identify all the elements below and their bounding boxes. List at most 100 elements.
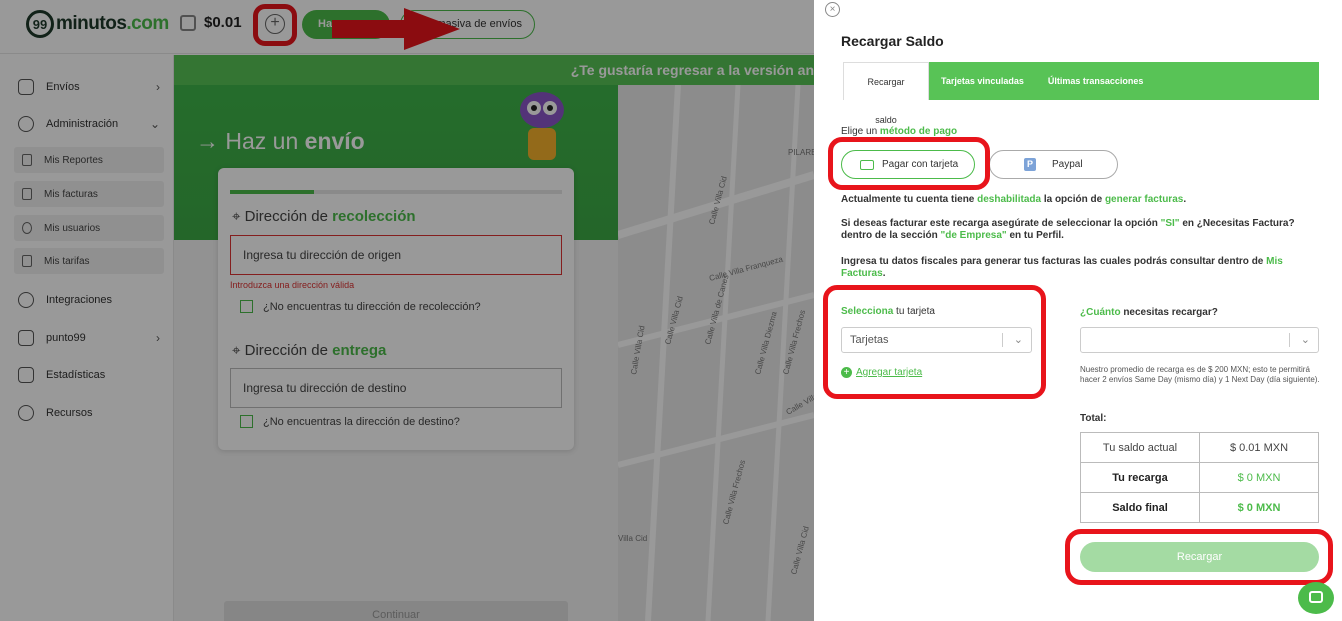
logo-text: minutos.com [56, 13, 169, 35]
checkbox[interactable] [240, 415, 253, 428]
delivery-title-a: Dirección de [244, 342, 333, 359]
origin-error-message: Introduzca una dirección válida [230, 280, 355, 290]
pickup-title-b: recolección [332, 208, 416, 225]
amount-label-a: ¿Cuánto [1080, 307, 1121, 318]
info2-f: en tu Perfil. [1006, 230, 1064, 241]
panel-title: Recargar Saldo [841, 33, 944, 49]
box-icon [18, 79, 34, 95]
info3-c: . [882, 268, 886, 279]
sidebar-subitem-tarifas[interactable]: Mis tarifas [14, 248, 164, 274]
info1-e: . [1183, 194, 1187, 205]
tab-tarjetas-vinculadas[interactable]: Tarjetas vinculadas [929, 62, 1036, 100]
mascot-illustration [520, 92, 564, 160]
map-label: Calle Villa General [785, 376, 815, 417]
summary-table: Tu saldo actual $ 0.01 MXN Tu recarga $ 0 … [1080, 432, 1319, 523]
amount-select[interactable]: ⌄ [1080, 327, 1319, 353]
legacy-version-banner[interactable]: ¿Te gustaría regresar a la versión an [174, 55, 814, 85]
gear-icon [18, 116, 34, 132]
delivery-section-title: ⌖ Dirección de entrega [232, 342, 386, 359]
checkbox[interactable] [240, 300, 253, 313]
logo-tld: .com [126, 13, 169, 34]
amount-label: ¿Cuánto necesitas recargar? [1080, 307, 1218, 318]
sidebar-item-label: Administración [46, 118, 119, 130]
summary-value: $ 0 MXN [1199, 462, 1319, 493]
page-title-b: envío [304, 128, 365, 154]
sidebar-item-recursos[interactable]: Recursos [18, 405, 160, 421]
origin-address-input[interactable]: Ingresa tu dirección de origen [230, 235, 562, 275]
form-progress [230, 190, 562, 194]
logo-badge: 99 [26, 10, 54, 38]
close-icon[interactable]: × [825, 2, 840, 17]
summary-label: Saldo final [1080, 492, 1200, 523]
info3-a: Ingresa tu datos fiscales para generar t… [841, 256, 1267, 267]
pickup-not-found-checkbox[interactable]: ¿No encuentras tu dirección de recolecci… [240, 300, 481, 313]
shipment-form-card: ⌖ Dirección de recolección Ingresa tu di… [218, 168, 574, 450]
report-icon [22, 154, 32, 166]
sidebar-subitem-label: Mis tarifas [44, 255, 90, 267]
sidebar-item-label: punto99 [46, 332, 86, 344]
tab-recargar-saldo[interactable]: Recargar saldo [843, 62, 929, 125]
map-streets: PILARES Calle Villa Cid Calle Villa Fran… [618, 85, 814, 621]
info2-e: "de Empresa" [940, 230, 1007, 241]
map-label: Calle Villa Diezma [753, 310, 779, 375]
sidebar-item-punto99[interactable]: punto99 › [18, 330, 160, 346]
info2-a: Si deseas facturar este recarga asegúrat… [841, 218, 1161, 229]
lightbulb-icon [18, 405, 34, 421]
tab-ultimas-transacciones[interactable]: Últimas transacciones [1036, 62, 1156, 100]
delivery-check-label: ¿No encuentras la dirección de destino? [263, 415, 460, 428]
sidebar-subitem-usuarios[interactable]: Mis usuarios [14, 215, 164, 241]
location-pin-icon: ⌖ [232, 208, 241, 225]
sidebar-subitem-facturas[interactable]: Mis facturas [14, 181, 164, 207]
chevron-down-icon: ⌄ [1300, 334, 1310, 346]
delivery-title-b: entrega [332, 342, 387, 359]
highlight-select-card [823, 285, 1046, 399]
method-label-a: Elige un [841, 126, 880, 137]
continue-button[interactable]: Continuar [224, 601, 568, 621]
sidebar-item-label: Estadísticas [46, 369, 106, 381]
sidebar-subitem-reportes[interactable]: Mis Reportes [14, 147, 164, 173]
summary-value: $ 0 MXN [1199, 492, 1319, 523]
sidebar-item-integraciones[interactable]: Integraciones [18, 292, 160, 308]
sidebar-subitem-label: Mis Reportes [44, 154, 103, 166]
table-row: Tu saldo actual $ 0.01 MXN [1080, 432, 1319, 463]
pickup-check-label: ¿No encuentras tu dirección de recolecci… [263, 300, 481, 313]
sidebar: Envíos › Administración ⌄ Mis Reportes Mis… [0, 55, 174, 621]
pickup-title-a: Dirección de [244, 208, 333, 225]
invoice-icon [22, 188, 32, 200]
chevron-right-icon: › [156, 331, 160, 345]
method-label-b: método de pago [879, 126, 958, 137]
panel-tabs: Recargar saldo Tarjetas vinculadas Últim… [843, 62, 1319, 125]
map-label: Calle Villa Cid [629, 325, 646, 375]
delivery-not-found-checkbox[interactable]: ¿No encuentras la dirección de destino? [240, 415, 460, 428]
map-label: Villa Cid [618, 534, 647, 543]
logo[interactable]: 99 minutos.com [26, 10, 169, 38]
sidebar-item-envios[interactable]: Envíos › [18, 79, 160, 95]
page-title: → Haz un envío [196, 128, 365, 154]
info2-c: en ¿Necesitas Factura? [1179, 218, 1295, 229]
sidebar-item-estadisticas[interactable]: Estadísticas [18, 367, 160, 383]
table-row: Tu recarga $ 0 MXN [1080, 462, 1319, 493]
map[interactable]: PILARES Calle Villa Cid Calle Villa Fran… [618, 85, 814, 621]
invoice-instructions: Si deseas facturar este recarga asegúrat… [841, 218, 1321, 242]
users-icon [22, 222, 32, 234]
summary-label: Tu recarga [1080, 462, 1200, 493]
summary-value: $ 0.01 MXN [1199, 432, 1319, 463]
fiscal-data-info: Ingresa tu datos fiscales para generar t… [841, 256, 1321, 280]
sidebar-item-label: Envíos [46, 81, 80, 93]
total-label: Total: [1080, 413, 1107, 424]
chevron-right-icon: › [156, 80, 160, 94]
map-label: Calle Villa Frechos [721, 459, 747, 526]
map-label: Calle Villa Cid [789, 525, 811, 575]
highlight-add-balance [253, 4, 297, 46]
sidebar-item-administracion[interactable]: Administración ⌄ [18, 116, 160, 132]
chat-button[interactable] [1298, 582, 1334, 614]
paypal-button[interactable]: P Paypal [989, 150, 1118, 179]
info2-d: dentro de la sección [841, 230, 941, 241]
red-arrow-annotation [332, 8, 460, 50]
destination-address-input[interactable]: Ingresa tu dirección de destino [230, 368, 562, 408]
rates-icon [22, 255, 32, 267]
integrations-icon [18, 292, 34, 308]
balance-value: $0.01 [204, 14, 242, 31]
info1-a: Actualmente tu cuenta tiene [841, 194, 978, 205]
store-icon [18, 330, 34, 346]
